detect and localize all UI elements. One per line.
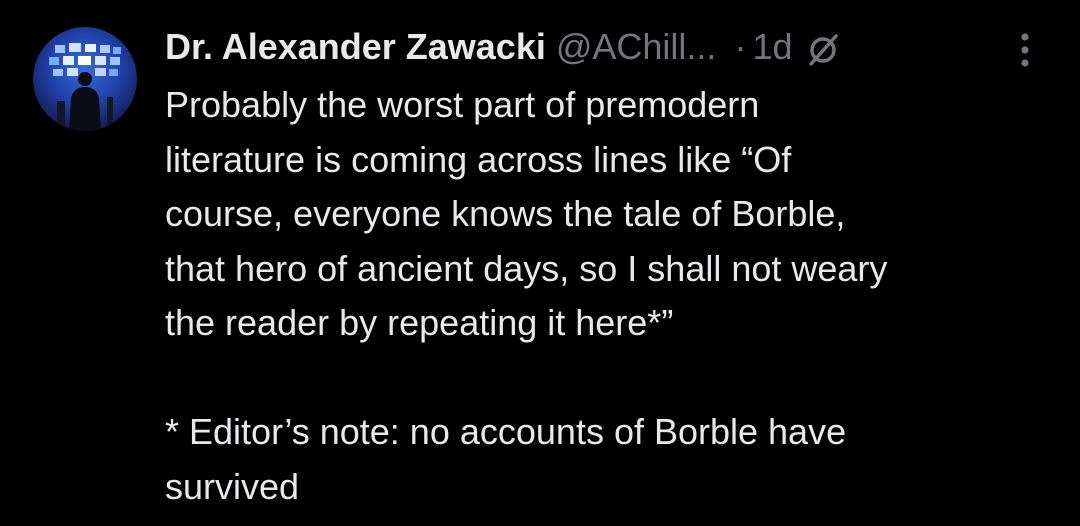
- more-vertical-icon[interactable]: [1010, 30, 1040, 70]
- avatar-image: [49, 43, 121, 131]
- timestamp[interactable]: 1d: [752, 22, 792, 72]
- tweet[interactable]: Dr. Alexander Zawacki @AChill... · 1d Pr…: [0, 0, 1080, 526]
- author-name[interactable]: Dr. Alexander Zawacki: [165, 22, 546, 72]
- tweet-text: Probably the worst part of premodern lit…: [165, 84, 888, 507]
- grok-icon[interactable]: [806, 30, 840, 66]
- tweet-header: Dr. Alexander Zawacki @AChill... · 1d: [165, 22, 840, 72]
- author-handle[interactable]: @AChill...: [556, 22, 717, 72]
- avatar[interactable]: [33, 27, 137, 131]
- separator-dot: ·: [734, 26, 747, 67]
